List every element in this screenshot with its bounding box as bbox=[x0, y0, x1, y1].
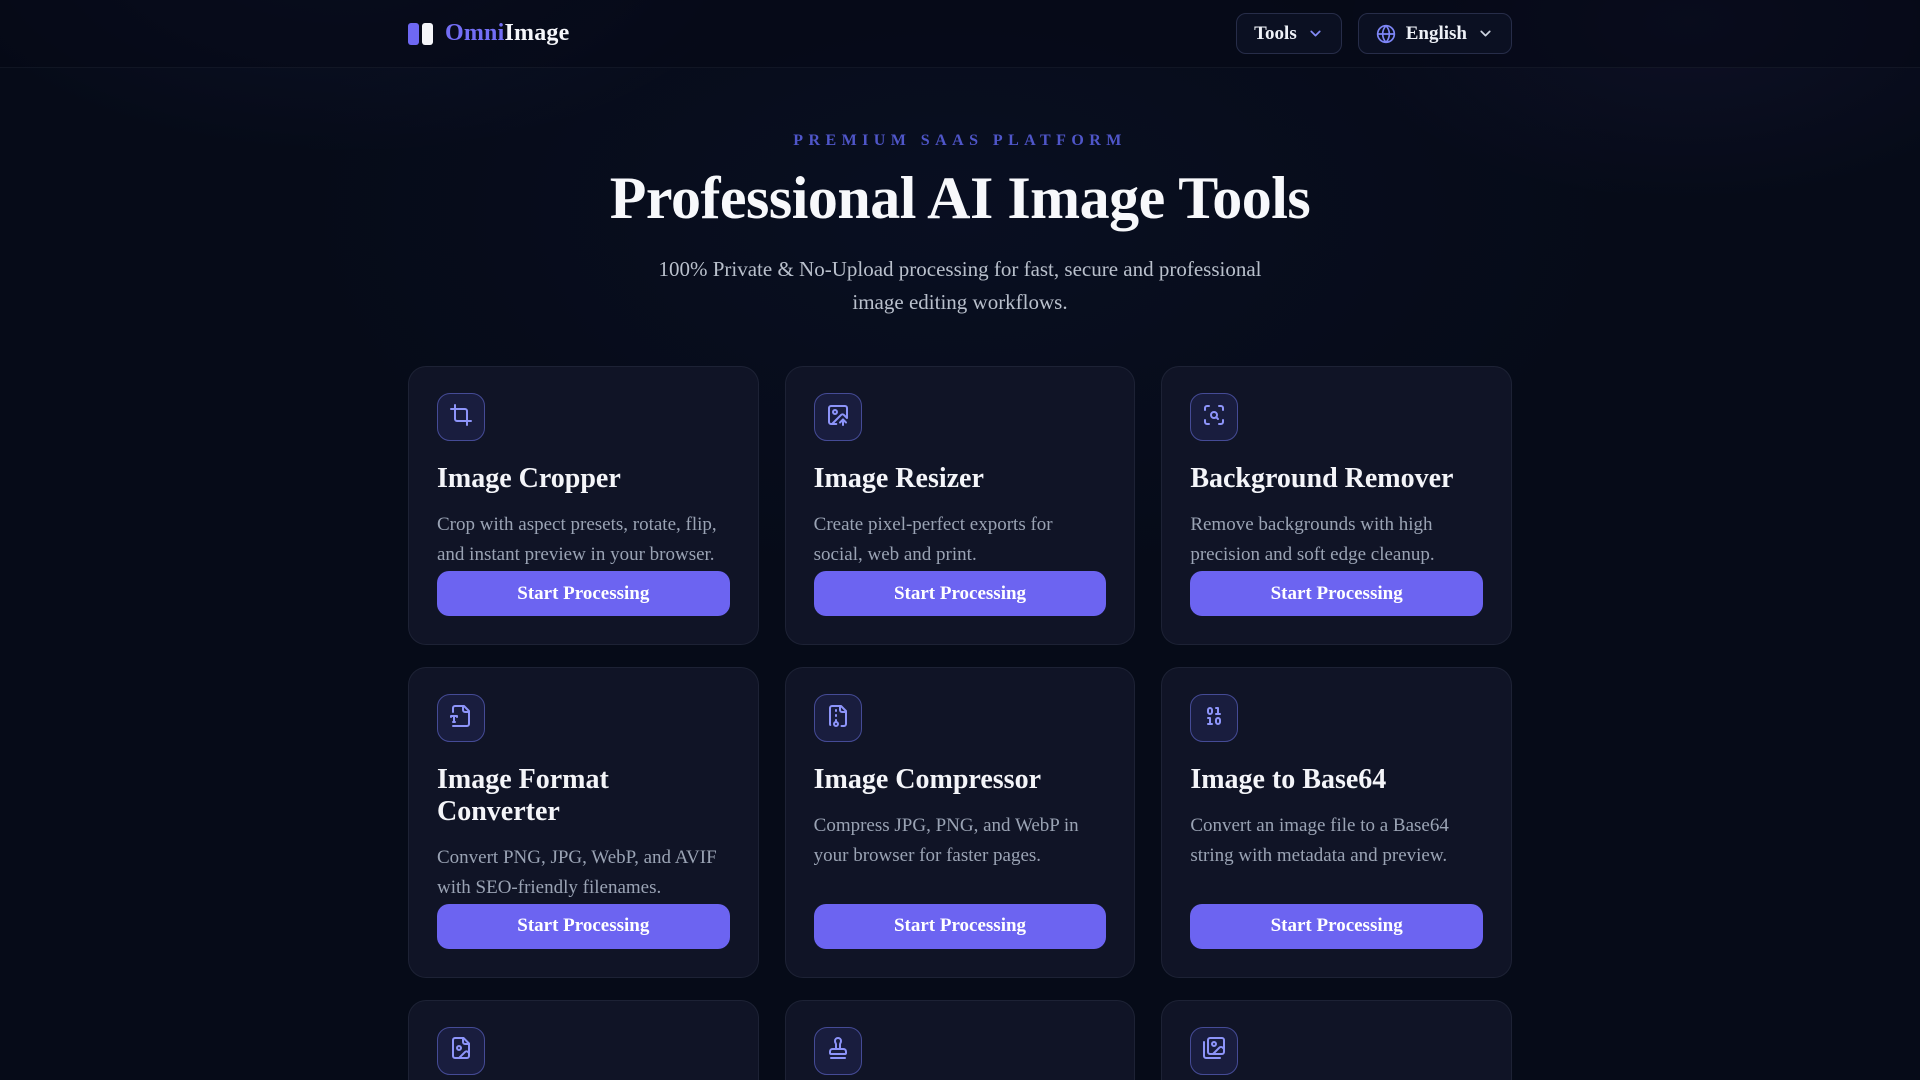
page-title: Professional AI Image Tools bbox=[609, 165, 1311, 231]
tool-title: Image Resizer bbox=[813, 463, 984, 495]
image-up-icon bbox=[826, 403, 850, 432]
tool-description: Convert an image file to a Base64 string… bbox=[1190, 815, 1449, 867]
tools-dropdown-label: Tools bbox=[1254, 22, 1297, 44]
file-type-icon bbox=[449, 704, 473, 733]
hero-subtitle: 100% Private & No-Upload processing for … bbox=[658, 257, 1262, 314]
tool-description: Create pixel-perfect exports for social,… bbox=[813, 514, 1053, 566]
tool-icon-tile bbox=[437, 393, 485, 442]
hero-section: PREMIUM SAAS PLATFORM Professional AI Im… bbox=[0, 68, 1920, 318]
file-image-icon bbox=[449, 1036, 473, 1065]
start-processing-button[interactable]: Start Processing bbox=[437, 903, 730, 949]
tool-icon-tile bbox=[813, 694, 862, 743]
tool-card: Image to Base64 Convert an image file to… bbox=[1161, 667, 1512, 978]
tool-description: Compress JPG, PNG, and WebP in your brow… bbox=[813, 815, 1079, 867]
start-processing-button[interactable]: Start Processing bbox=[1190, 903, 1483, 949]
top-navigation-bar: OmniImage Tools English bbox=[0, 0, 1920, 68]
brand-name-secondary: Image bbox=[504, 20, 570, 46]
header-nav: Tools English bbox=[1236, 13, 1512, 54]
start-processing-button[interactable]: Start Processing bbox=[1190, 571, 1483, 617]
two-bars-logo-icon bbox=[408, 22, 433, 45]
images-icon bbox=[1202, 1036, 1226, 1065]
start-processing-button[interactable]: Start Processing bbox=[813, 903, 1107, 949]
hero-eyebrow: PREMIUM SAAS PLATFORM bbox=[793, 132, 1127, 149]
start-processing-button[interactable]: Start Processing bbox=[437, 571, 730, 617]
tools-dropdown-button[interactable]: Tools bbox=[1236, 13, 1342, 54]
language-dropdown-button[interactable]: English bbox=[1357, 13, 1512, 54]
tool-icon-tile bbox=[1190, 393, 1239, 442]
tool-icon-tile bbox=[437, 1026, 485, 1075]
chevron-down-icon bbox=[1480, 30, 1491, 37]
scan-search-icon bbox=[1202, 403, 1226, 432]
tool-icon-tile bbox=[813, 1026, 862, 1075]
language-dropdown-label: English bbox=[1405, 22, 1467, 44]
binary-icon bbox=[1202, 704, 1226, 733]
omniimage-logo[interactable]: OmniImage bbox=[408, 20, 569, 47]
chevron-down-icon bbox=[1310, 30, 1321, 37]
tool-card: Image Cropper Crop with aspect presets, … bbox=[408, 366, 759, 646]
tool-icon-tile bbox=[437, 694, 485, 743]
brand-name: OmniImage bbox=[445, 20, 569, 47]
tool-icon-tile bbox=[813, 393, 862, 442]
tool-card: Image to PDF bbox=[1161, 999, 1512, 1080]
tool-icon-tile bbox=[1190, 694, 1239, 743]
tool-card: Image Resizer Create pixel-perfect expor… bbox=[784, 366, 1136, 646]
tool-title: Background Remover bbox=[1190, 463, 1454, 495]
tool-title: Image Cropper bbox=[437, 463, 621, 495]
tool-title: Image Compressor bbox=[813, 764, 1041, 796]
tool-card: Background Remover Remove backgrounds wi… bbox=[1161, 366, 1512, 646]
tool-description: Convert PNG, JPG, WebP, and AVIF with SE… bbox=[437, 847, 717, 899]
globe-icon bbox=[1376, 24, 1395, 43]
tool-card: Image Format Converter Convert PNG, JPG,… bbox=[408, 667, 759, 978]
tools-grid: Image Cropper Crop with aspect presets, … bbox=[408, 366, 1512, 1080]
tool-title: Image Format Converter bbox=[437, 764, 609, 828]
tool-card: Base64 to Image bbox=[408, 999, 759, 1080]
tool-icon-tile bbox=[1190, 1026, 1239, 1075]
tool-description: Crop with aspect presets, rotate, flip, … bbox=[437, 514, 717, 566]
file-archive-icon bbox=[826, 704, 850, 733]
tool-card: Image Compressor Compress JPG, PNG, and … bbox=[784, 667, 1136, 978]
tool-card: Image Watermarker bbox=[784, 999, 1136, 1080]
stamp-icon bbox=[826, 1036, 850, 1065]
tool-description: Remove backgrounds with high precision a… bbox=[1190, 514, 1435, 566]
brand-name-primary: Omni bbox=[445, 20, 505, 46]
start-processing-button[interactable]: Start Processing bbox=[813, 571, 1107, 617]
crop-icon bbox=[449, 403, 473, 432]
tool-title: Image to Base64 bbox=[1190, 764, 1387, 796]
